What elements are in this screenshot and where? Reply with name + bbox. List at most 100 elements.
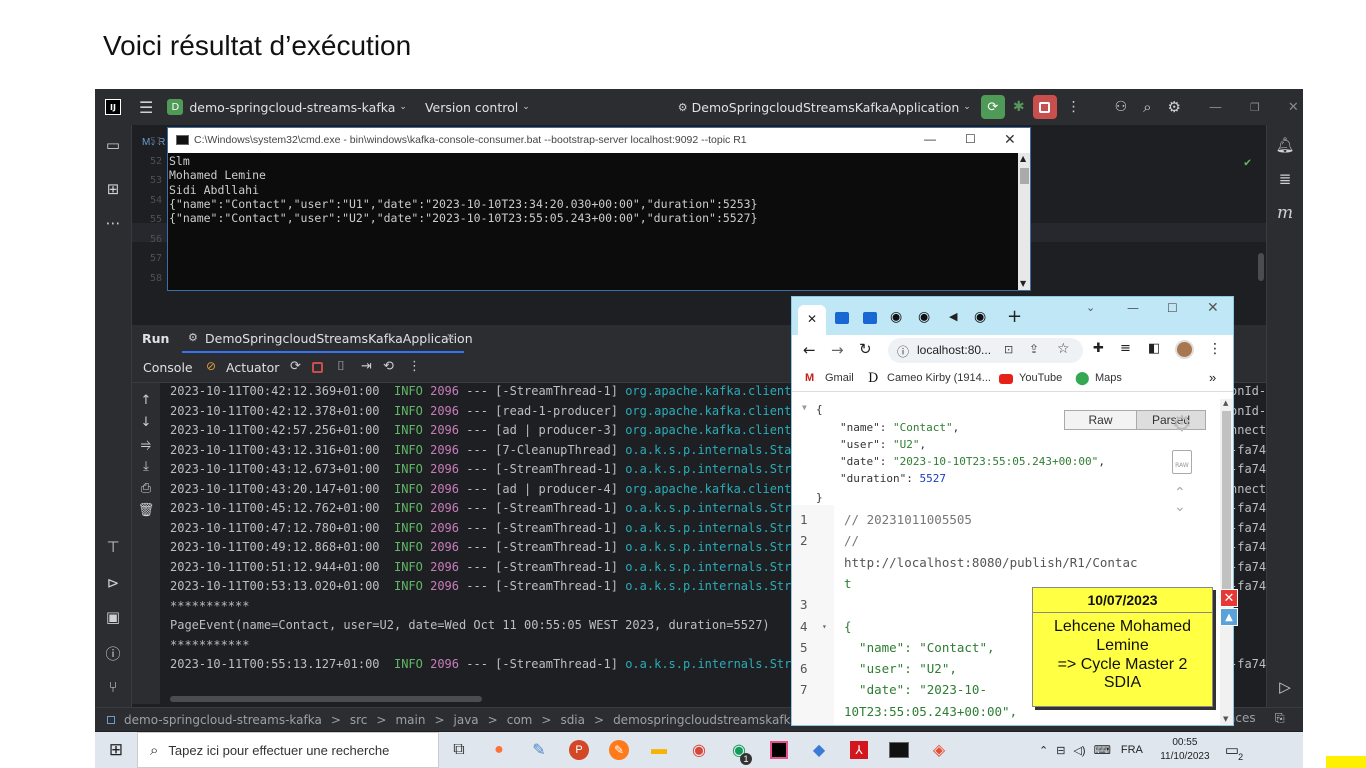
arrow-up-icon[interactable]: ↑	[137, 391, 155, 409]
problems-icon[interactable]: ⓘ	[103, 643, 123, 663]
lock-icon[interactable]: ⎘	[1275, 711, 1285, 726]
intellij-taskbar-icon[interactable]	[759, 732, 799, 768]
tab-favicon-1[interactable]	[835, 312, 849, 324]
breadcrumb-item[interactable]: demo-springcloud-streams-kafka	[124, 713, 322, 727]
stop-icon[interactable]	[1032, 95, 1057, 119]
bookmark-youtube[interactable]: YouTube	[1019, 372, 1062, 384]
github-icon[interactable]: ◉	[890, 309, 902, 325]
url-text[interactable]: localhost:80...	[917, 343, 991, 357]
console-tab[interactable]: Console	[143, 360, 193, 375]
note-close-icon[interactable]: ✕	[1220, 589, 1238, 607]
settings-gear-icon[interactable]: ⚙	[1168, 98, 1181, 116]
editor-scrollbar[interactable]	[1258, 253, 1264, 281]
bookmark-cameo[interactable]: Cameo Kirby (1914...	[887, 372, 991, 384]
acrobat-icon[interactable]: ⅄	[839, 732, 879, 768]
network-icon[interactable]: ⊟	[1056, 744, 1065, 757]
intellij-logo[interactable]: IJ	[105, 99, 121, 115]
add-user-icon[interactable]: ⚇	[1115, 99, 1128, 115]
scroll-to-end-icon[interactable]: ⤓	[137, 457, 155, 475]
hamburger-menu-icon[interactable]: ☰	[139, 98, 153, 117]
language-indicator[interactable]: FRA	[1121, 744, 1143, 756]
print-icon[interactable]: ⎙	[137, 479, 155, 497]
more-icon[interactable]: ⋮	[1208, 341, 1222, 357]
task-view-icon[interactable]: ⧉	[439, 732, 479, 768]
notification-center-icon[interactable]: ▭ 2	[1225, 741, 1243, 762]
new-tab-plus-icon[interactable]: +	[1007, 306, 1022, 327]
raw-button[interactable]: Raw	[1065, 411, 1136, 429]
tray-chevron-icon[interactable]: ⌃	[1039, 744, 1048, 757]
content-scrollbar[interactable]: ▲ ▼	[1220, 399, 1233, 725]
reload-icon[interactable]: ↻	[859, 340, 872, 358]
bookmark-gmail[interactable]: Gmail	[825, 372, 854, 384]
close-tab-icon[interactable]: ✕	[807, 312, 817, 326]
scroll-up-arrow-icon[interactable]: ▲	[1020, 154, 1026, 163]
breadcrumb-item[interactable]: demospringcloudstreamskafka	[613, 713, 798, 727]
rerun-icon[interactable]: ⟳	[980, 95, 1005, 119]
scroll-down-arrow-icon[interactable]: ▼	[1223, 715, 1228, 723]
chrome-profile-icon[interactable]: ◉ 1	[719, 732, 759, 768]
close-icon[interactable]: ✕	[1004, 131, 1016, 148]
soft-wrap-icon[interactable]: ⥤	[137, 435, 155, 453]
cmd-taskbar-icon[interactable]	[879, 732, 919, 768]
keyboard-icon[interactable]: ⌨	[1094, 743, 1111, 757]
volume-icon[interactable]: ◁)	[1073, 744, 1085, 757]
maximize-icon[interactable]: ☐	[1167, 301, 1178, 315]
profile-avatar[interactable]	[1175, 340, 1194, 359]
tab-search-chevron-icon[interactable]: ⌄	[1086, 301, 1095, 314]
github-icon[interactable]: ◉	[918, 309, 930, 325]
login-icon[interactable]: ⇥	[361, 359, 372, 374]
debug-bug-icon[interactable]: ✱	[1013, 99, 1025, 115]
build-hammer-icon[interactable]: ⊤	[103, 537, 123, 557]
minimize-icon[interactable]: —	[1127, 301, 1139, 315]
project-selector[interactable]: demo-springcloud-streams-kafka	[189, 100, 395, 115]
content-scroll-thumb[interactable]	[1222, 411, 1231, 589]
close-icon[interactable]: ✕	[1288, 100, 1299, 115]
restore-icon[interactable]: ❐	[1250, 101, 1260, 114]
search-icon[interactable]: ⌕	[1143, 98, 1151, 116]
reading-list-icon[interactable]: ≡	[1120, 341, 1131, 356]
windows-start-icon[interactable]: ⊞	[95, 732, 137, 768]
minimize-icon[interactable]: —	[924, 132, 936, 146]
side-panel-icon[interactable]: ◧	[1148, 341, 1160, 356]
github-icon[interactable]: ◉	[974, 309, 986, 325]
powerpoint-icon[interactable]: P	[559, 732, 599, 768]
git-taskbar-icon[interactable]: ◈	[919, 732, 959, 768]
maven-icon[interactable]: m	[1275, 203, 1295, 223]
scroll-up-arrow-icon[interactable]: ▲	[1223, 399, 1228, 407]
raw-file-icon[interactable]: RAW	[1172, 450, 1192, 474]
scroll-down-arrow-icon[interactable]: ▼	[1020, 279, 1026, 288]
run-tab[interactable]: DemoSpringcloudStreamsKafkaApplication	[205, 331, 473, 346]
services-icon[interactable]: ⊳	[103, 573, 123, 593]
fold-toggle-icon[interactable]: ▾	[822, 616, 827, 637]
clock[interactable]: 00:55 11/10/2023	[1155, 736, 1215, 764]
vcs-menu[interactable]: Version control	[425, 100, 518, 115]
audio-icon[interactable]: ◀	[949, 310, 957, 323]
breadcrumb-item[interactable]: sdia	[560, 713, 585, 727]
minimize-icon[interactable]: —	[1209, 100, 1222, 115]
rerun-icon[interactable]: ⟳	[290, 359, 301, 374]
more-bookmarks-icon[interactable]: »	[1209, 370, 1216, 385]
trash-icon[interactable]: 🗑︎	[137, 501, 155, 519]
maximize-icon[interactable]: ☐	[965, 132, 976, 146]
breadcrumb-item[interactable]: main	[395, 713, 425, 727]
close-icon[interactable]: ✕	[1207, 300, 1219, 316]
extensions-puzzle-icon[interactable]: ✚	[1093, 341, 1104, 356]
file-explorer-icon[interactable]: ▬	[639, 732, 679, 768]
breadcrumb-item[interactable]: com	[507, 713, 533, 727]
database-icon[interactable]: ≣	[1275, 169, 1295, 189]
forward-arrow-icon[interactable]: →	[831, 341, 844, 359]
back-arrow-icon[interactable]: ←	[803, 341, 816, 359]
json-collapse-toggle[interactable]: ▼	[802, 403, 807, 412]
taskbar-search[interactable]: ⌕ Tapez ici pour effectuer une recherche	[137, 732, 439, 768]
share-icon[interactable]: ⇪	[1029, 342, 1039, 356]
console-horizontal-scrollbar[interactable]	[170, 696, 482, 702]
actuator-tab[interactable]: Actuator	[226, 360, 279, 375]
bookmark-star-icon[interactable]: ☆	[1057, 341, 1070, 357]
more-icon[interactable]: ⋮	[408, 359, 421, 374]
chrome-icon[interactable]: ◉	[679, 732, 719, 768]
run-icon[interactable]: ▷	[1275, 677, 1295, 697]
cmd-window[interactable]: C:\Windows\system32\cmd.exe - bin\window…	[167, 127, 1031, 291]
breadcrumb-item[interactable]: src	[350, 713, 368, 727]
notifications-bell-icon[interactable]: 🔔︎	[1275, 135, 1295, 155]
translate-icon[interactable]: ⊡	[1004, 343, 1013, 356]
